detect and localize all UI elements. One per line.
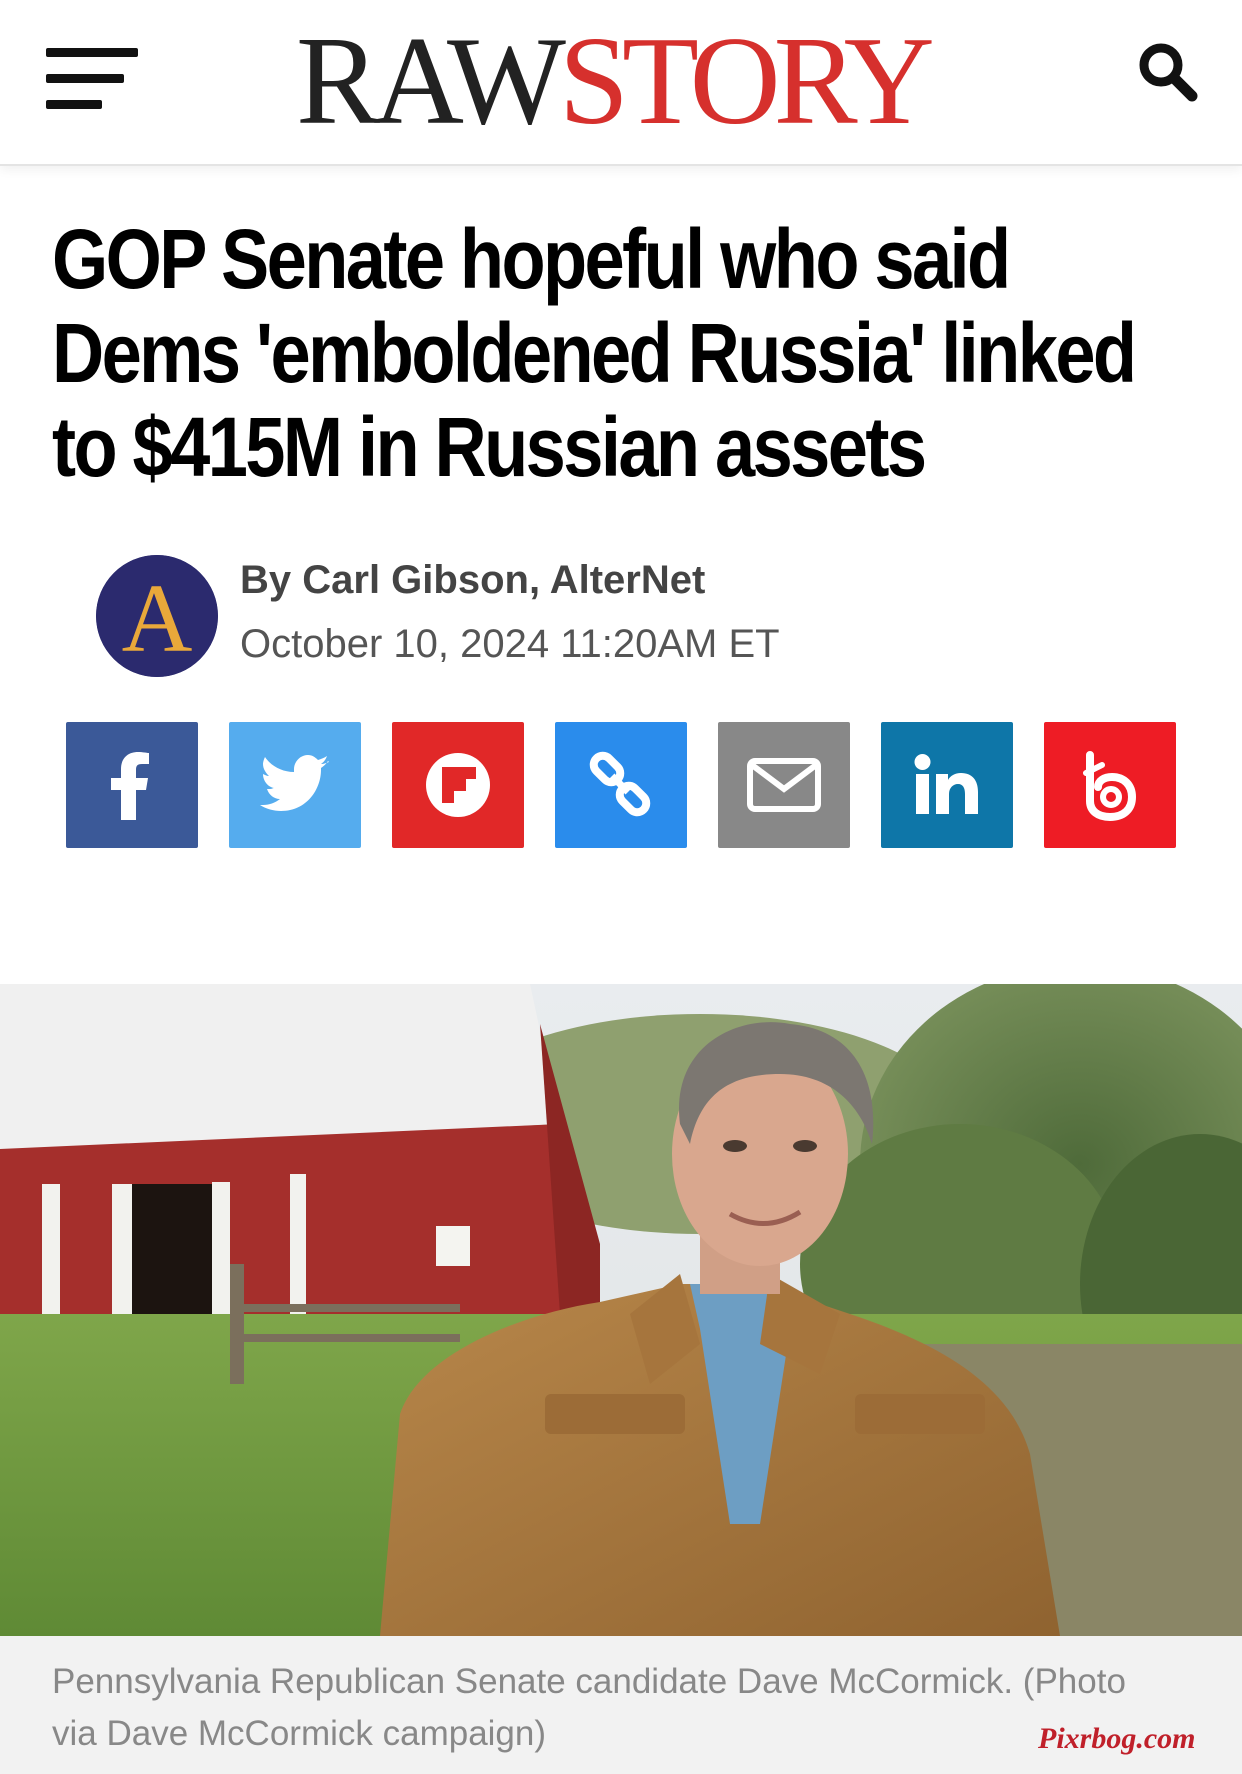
share-beebom-button[interactable] bbox=[1044, 722, 1176, 848]
share-linkedin-button[interactable] bbox=[881, 722, 1013, 848]
avatar-letter: A bbox=[122, 565, 193, 673]
author-avatar[interactable]: A bbox=[96, 555, 218, 677]
watermark: Pixrbog.com bbox=[1038, 1722, 1196, 1755]
b-icon bbox=[1083, 751, 1137, 821]
envelope-icon bbox=[747, 758, 821, 812]
logo-raw: RAW bbox=[296, 12, 566, 151]
article-headline: GOP Senate hopeful who said Dems 'embold… bbox=[52, 212, 1137, 494]
photo-caption: Pennsylvania Republican Senate candidate… bbox=[52, 1662, 1126, 1753]
site-header: RAW STORY bbox=[0, 0, 1242, 166]
site-logo[interactable]: RAW STORY bbox=[296, 12, 935, 151]
facebook-icon bbox=[111, 752, 149, 820]
share-flipboard-button[interactable] bbox=[392, 722, 524, 848]
byline[interactable]: By Carl Gibson, AlterNet bbox=[240, 558, 705, 603]
linkedin-icon bbox=[914, 754, 978, 814]
share-facebook-button[interactable] bbox=[66, 722, 198, 848]
link-icon bbox=[589, 751, 651, 817]
search-icon[interactable] bbox=[1134, 38, 1200, 104]
flipboard-icon bbox=[426, 753, 490, 817]
share-link-button[interactable] bbox=[555, 722, 687, 848]
logo-story: STORY bbox=[558, 12, 935, 151]
article-photo[interactable] bbox=[0, 984, 1242, 1636]
publish-date: October 10, 2024 11:20AM ET bbox=[240, 622, 780, 666]
menu-icon[interactable] bbox=[46, 48, 142, 112]
twitter-icon bbox=[260, 755, 329, 811]
share-email-button[interactable] bbox=[718, 722, 850, 848]
share-twitter-button[interactable] bbox=[229, 722, 361, 848]
